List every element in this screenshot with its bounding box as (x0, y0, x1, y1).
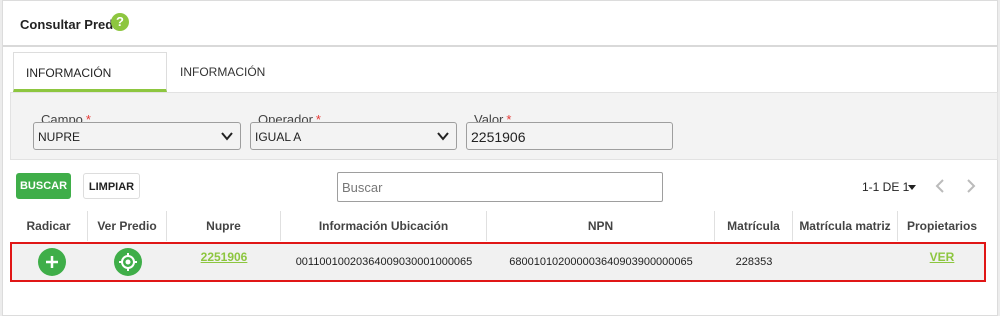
page-title: Consultar Predio (20, 17, 125, 32)
tab-bar: INFORMACIÓN GENERAL INFORMACIÓN UBICACIÓ… (10, 48, 996, 120)
matricula-matriz-cell (793, 244, 898, 280)
propietarios-cell: VER (898, 244, 986, 280)
question-circle-icon[interactable]: ? (111, 13, 129, 31)
column-header-matricula: Matrícula (715, 211, 793, 241)
target-icon (119, 253, 137, 271)
tab-informacion-general[interactable]: INFORMACIÓN GENERAL (13, 52, 167, 120)
ver-predio-button[interactable] (114, 248, 142, 276)
column-header-radicar: Radicar (10, 211, 88, 241)
pagination-label[interactable]: 1-1 DE 1 (862, 180, 909, 194)
column-header-matricula-matriz: Matrícula matriz (793, 211, 898, 241)
chevron-down-icon (437, 132, 449, 141)
column-header-ver-predio: Ver Predio (88, 211, 167, 241)
plus-icon (46, 256, 58, 268)
matricula-cell: 228353 (735, 256, 773, 268)
campo-value: NUPRE (38, 130, 81, 144)
radicar-button[interactable] (38, 248, 66, 276)
column-header-informacion-ubicacion: Información Ubicación (281, 211, 487, 241)
operador-select[interactable]: IGUAL A (250, 122, 457, 150)
nupre-cell: 2251906 (167, 244, 281, 280)
nupre-link[interactable]: 2251906 (201, 250, 248, 264)
campo-select[interactable]: NUPRE (33, 122, 241, 150)
card-header: Consultar Predio ? (3, 1, 997, 47)
chevron-left-icon[interactable] (934, 178, 946, 194)
informacion-ubicacion-cell: 00110010020364009030001000065 (295, 256, 473, 268)
caret-down-icon[interactable] (908, 183, 916, 191)
search-input[interactable]: Buscar (337, 172, 663, 202)
table-row: 2251906 00110010020364009030001000065 68… (10, 242, 986, 282)
column-header-npn: NPN (487, 211, 715, 241)
valor-input[interactable]: 2251906 (466, 122, 673, 150)
operador-value: IGUAL A (255, 130, 302, 144)
buscar-button[interactable]: BUSCAR (16, 173, 71, 199)
npn-cell: 680010102000003640903900000065 (509, 256, 693, 268)
limpiar-button[interactable]: LIMPIAR (83, 173, 140, 199)
chevron-down-icon (221, 132, 233, 141)
ver-propietarios-link[interactable]: VER (930, 250, 955, 264)
column-header-nupre: Nupre (167, 211, 281, 241)
results-table: Radicar Ver Predio Nupre Información Ubi… (10, 211, 998, 282)
column-header-propietarios: Propietarios (906, 219, 978, 233)
tab-informacion-ubicacion[interactable]: INFORMACIÓN UBICACIÓN (168, 52, 338, 119)
chevron-right-icon[interactable] (965, 178, 977, 194)
